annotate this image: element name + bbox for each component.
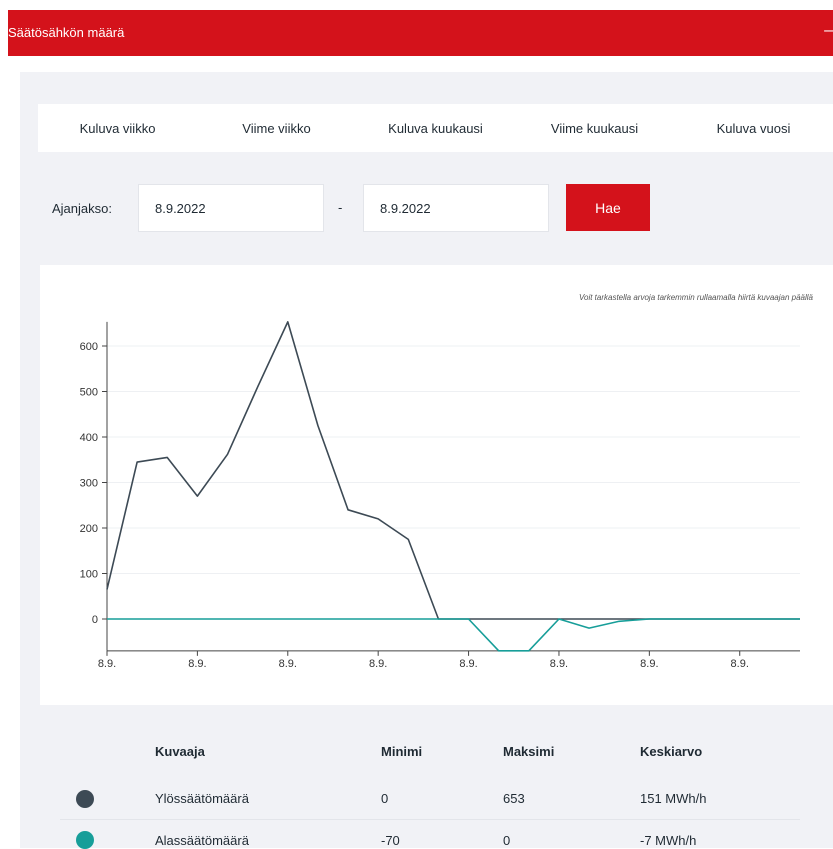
x-tick-label: 8.9. (731, 658, 749, 670)
row-max: 653 (503, 791, 525, 806)
row-series-name: Ylössäätömäärä (155, 791, 249, 806)
x-tick-label: 8.9. (188, 658, 206, 670)
x-tick-label: 8.9. (369, 658, 387, 670)
row-divider (60, 819, 800, 820)
header-max: Maksimi (503, 744, 555, 759)
y-tick-label: 100 (80, 569, 98, 581)
y-tick-label: 400 (80, 432, 98, 444)
x-tick-label: 8.9. (279, 658, 297, 670)
series-line-1 (107, 618, 800, 652)
series-line-0 (106, 321, 800, 620)
x-tick-label: 8.9. (550, 658, 568, 670)
header-min: Minimi (381, 744, 423, 759)
header-series: Kuvaaja (155, 744, 205, 759)
row-series-name: Alassäätömäärä (155, 833, 249, 848)
row-avg: 151 MWh/h (640, 791, 707, 806)
x-tick-label: 8.9. (640, 658, 658, 670)
y-tick-label: 600 (80, 341, 98, 353)
y-tick-label: 200 (80, 523, 98, 535)
row-min: -70 (381, 833, 400, 848)
y-tick-label: 0 (92, 614, 98, 626)
row-min: 0 (381, 791, 389, 806)
row-max: 0 (503, 833, 511, 848)
x-tick-label: 8.9. (459, 658, 477, 670)
row-avg: -7 MWh/h (640, 833, 697, 848)
series-color-dot[interactable] (76, 790, 94, 808)
x-tick-label: 8.9. (98, 658, 116, 670)
y-tick-label: 500 (80, 387, 98, 399)
y-tick-label: 300 (80, 478, 98, 490)
line-chart[interactable]: 0 100 200 300 400 500 600 8.9. 8.9. 8.9. 8.9. 8.9. 8… (0, 0, 833, 700)
series-color-dot[interactable] (76, 831, 94, 849)
header-avg: Keskiarvo (640, 744, 703, 759)
